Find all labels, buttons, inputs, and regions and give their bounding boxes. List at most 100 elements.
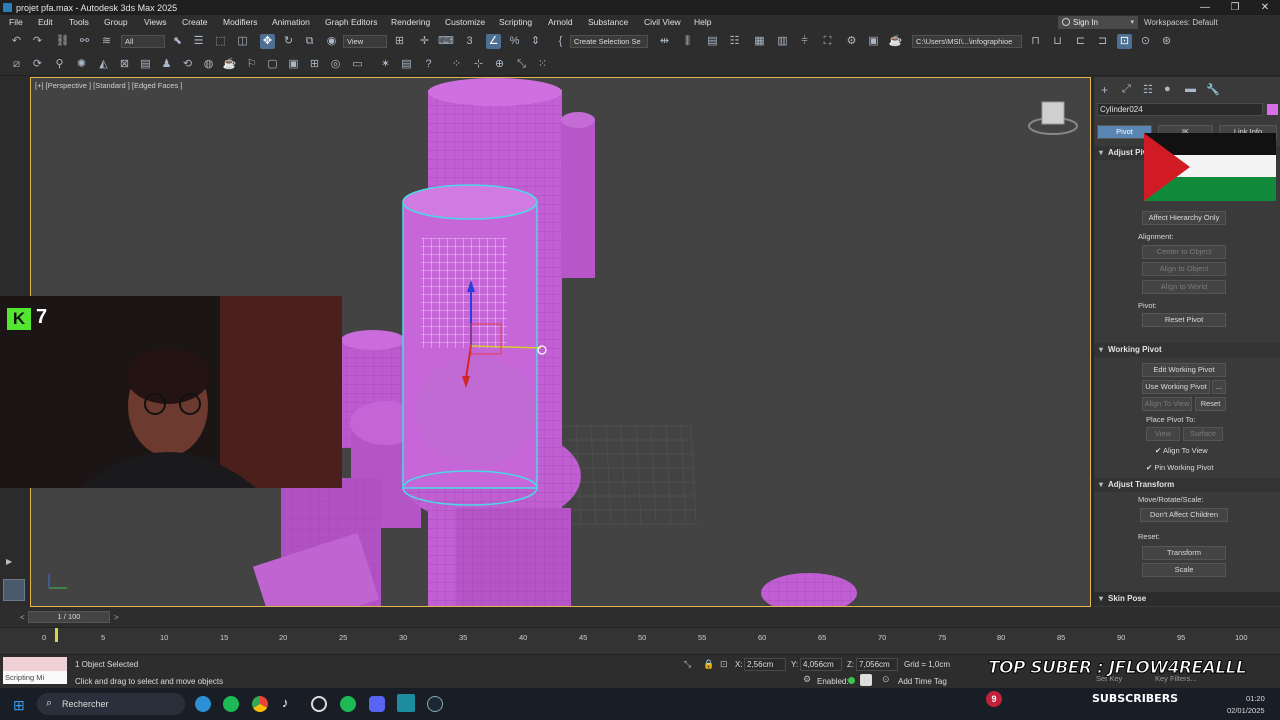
sphere-icon[interactable]: ◍ — [201, 57, 216, 72]
select-rotate-icon[interactable]: ↻ — [281, 34, 296, 49]
edit-working-pivot-button[interactable]: Edit Working Pivot — [1142, 363, 1226, 377]
enabled-status-icon[interactable] — [848, 677, 855, 684]
select-scale-icon[interactable]: ⧉ — [302, 34, 317, 49]
align-to-object-button[interactable]: Align to Object — [1142, 262, 1226, 276]
teapot-icon[interactable]: ☕ — [222, 57, 237, 72]
sign-in-button[interactable]: Sign In ▾ — [1058, 16, 1138, 29]
minimize-button[interactable]: — — [1190, 0, 1220, 15]
isolate-selection-icon[interactable]: ⤡ — [684, 659, 691, 670]
snap-grid-icon[interactable]: ⧄ — [9, 57, 24, 72]
light-icon[interactable]: ⚐ — [244, 57, 259, 72]
close-button[interactable]: ✕ — [1250, 0, 1280, 15]
align-icon[interactable]: ⫼ — [680, 34, 695, 49]
view-button[interactable]: View — [1146, 427, 1180, 441]
account-icon[interactable]: ⊙ — [1138, 34, 1153, 49]
menu-rendering[interactable]: Rendering — [391, 15, 430, 30]
edge-icon[interactable] — [195, 696, 211, 712]
motion-tab-icon[interactable]: ● — [1164, 83, 1171, 95]
pin-icon[interactable]: ⚲ — [52, 57, 67, 72]
maxscript-mini-listener[interactable]: Scripting Mi — [3, 671, 67, 684]
snaps-toggle-icon[interactable]: 3 — [462, 34, 477, 49]
snap-options-icon[interactable]: ⁙ — [535, 57, 550, 72]
maximize-button[interactable]: ❐ — [1220, 0, 1250, 15]
viewport-preview-icon[interactable] — [3, 579, 25, 601]
selection-filter-dropdown[interactable]: All — [121, 35, 165, 48]
menu-create[interactable]: Create — [182, 15, 208, 30]
snap-transform-icon[interactable]: ⤡ — [514, 57, 529, 72]
create-tab-icon[interactable]: + — [1101, 83, 1108, 97]
ribbon-icon[interactable]: ▦ — [752, 34, 767, 49]
workspaces-selector[interactable]: Workspaces: Default — [1144, 15, 1218, 30]
manipulate-icon[interactable]: ✛ — [417, 34, 432, 49]
working-pivot-options-button[interactable]: ... — [1212, 380, 1226, 394]
link-icon[interactable]: ⛓ — [55, 34, 70, 49]
time-slider-thumb[interactable]: 1 / 100 — [28, 611, 110, 623]
y-coordinate-field[interactable]: 4,056cm — [800, 658, 842, 671]
skin-pose-rollout[interactable]: Skin Pose — [1094, 592, 1280, 606]
object-name-field[interactable]: Cylinder024 — [1097, 103, 1263, 116]
add-time-tag[interactable]: Add Time Tag — [898, 677, 947, 686]
notes-icon[interactable]: ▤ — [399, 57, 414, 72]
obs-icon[interactable] — [311, 696, 327, 712]
terrain-icon[interactable]: ◭ — [96, 57, 111, 72]
window-crossing-icon[interactable]: ◫ — [235, 34, 250, 49]
frame-icon[interactable]: ⊠ — [117, 57, 132, 72]
menu-graph-editors[interactable]: Graph Editors — [325, 15, 377, 30]
working-pivot-rollout[interactable]: Working Pivot — [1094, 343, 1280, 357]
project-path-dropdown[interactable]: C:\Users\MSI\...\infographioe — [912, 35, 1022, 48]
curve-editor-icon[interactable]: ▥ — [775, 34, 790, 49]
steam-icon[interactable] — [427, 696, 443, 712]
hierarchy-tab-icon[interactable]: ☷ — [1143, 83, 1153, 96]
transform-button[interactable]: Transform — [1142, 546, 1226, 560]
time-tag-icon[interactable]: ⊙ — [882, 674, 890, 685]
scale-button[interactable]: Scale — [1142, 563, 1226, 577]
use-working-pivot-button[interactable]: Use Working Pivot — [1142, 380, 1210, 394]
align-to-world-button[interactable]: Align to World — [1142, 280, 1226, 294]
list-icon[interactable]: ▤ — [138, 57, 153, 72]
snap-edge-icon[interactable]: ⊹ — [471, 57, 486, 72]
reference-coordinate-dropdown[interactable]: View — [343, 35, 387, 48]
time-slider-prev[interactable]: < — [20, 613, 25, 622]
network-icon[interactable]: ⊛ — [1159, 34, 1174, 49]
affect-hierarchy-only-button[interactable]: Affect Hierarchy Only — [1142, 211, 1226, 225]
adaptive-degradation-icon[interactable]: ⚙ — [803, 674, 811, 685]
angle-snap-icon[interactable]: ∠ — [486, 34, 501, 49]
spotify-2-icon[interactable] — [340, 696, 356, 712]
redo-icon[interactable]: ↷ — [30, 34, 45, 49]
snap-face-icon[interactable]: ⊕ — [492, 57, 507, 72]
unlink-icon[interactable]: ⚯ — [77, 34, 92, 49]
menu-customize[interactable]: Customize — [445, 15, 485, 30]
menu-group[interactable]: Group — [104, 15, 128, 30]
time-slider[interactable]: < 1 / 100 > — [0, 607, 1280, 627]
windows-start-icon[interactable]: ⊞ — [13, 697, 25, 714]
place-icon[interactable]: ◉ — [324, 34, 339, 49]
named-selection-dropdown[interactable]: Create Selection Se — [570, 35, 648, 48]
select-by-name-icon[interactable]: ☰ — [191, 34, 206, 49]
frame2-icon[interactable]: ▣ — [286, 57, 301, 72]
box-icon[interactable]: ▢ — [265, 57, 280, 72]
menu-file[interactable]: File — [9, 15, 23, 30]
pin-working-pivot-checkbox[interactable]: ✔ Pin Working Pivot — [1146, 463, 1213, 472]
schematic-view-icon[interactable]: ⫩ — [797, 34, 812, 49]
menu-modifiers[interactable]: Modifiers — [223, 15, 257, 30]
scene-explorer-icon[interactable]: ▤ — [705, 34, 720, 49]
eye-icon[interactable]: ◎ — [328, 57, 343, 72]
display-tab-icon[interactable]: ▬ — [1185, 83, 1196, 95]
taskbar-search[interactable]: ⌕ Rechercher — [37, 693, 185, 715]
undo-icon[interactable]: ↶ — [9, 34, 24, 49]
absolute-mode-icon[interactable]: ⊡ — [720, 659, 728, 670]
surface-button[interactable]: Surface — [1183, 427, 1223, 441]
menu-animation[interactable]: Animation — [272, 15, 310, 30]
rendered-frame-window-icon[interactable]: ▣ — [866, 34, 881, 49]
percent-snap-icon[interactable]: % — [507, 34, 522, 49]
rect-selection-icon[interactable]: ⬚ — [213, 34, 228, 49]
select-move-icon[interactable]: ✥ — [260, 34, 275, 49]
tool-2-icon[interactable]: ⟳ — [30, 57, 45, 72]
layer-explorer-icon[interactable]: ☷ — [727, 34, 742, 49]
object-color-swatch[interactable] — [1267, 104, 1278, 115]
utilities-tab-icon[interactable]: 🔧 — [1206, 83, 1220, 96]
viewport-layout-icon[interactable]: ⊡ — [1117, 34, 1132, 49]
reset-pivot-button[interactable]: Reset Pivot — [1142, 313, 1226, 327]
edit-named-selection-icon[interactable]: { — [553, 34, 568, 49]
track-bar[interactable]: 0 5 10 15 20 25 30 35 40 45 50 55 60 65 … — [0, 627, 1280, 654]
